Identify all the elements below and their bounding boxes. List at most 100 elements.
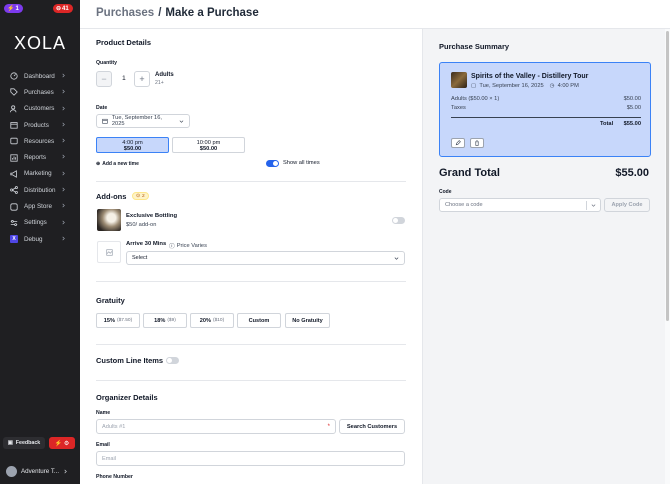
code-label: Code	[439, 189, 452, 195]
avatar	[6, 465, 17, 477]
quantity-value[interactable]: 1	[122, 75, 126, 82]
users-icon	[10, 105, 18, 113]
alert-count: 41	[62, 5, 69, 12]
debug-icon: X	[10, 235, 18, 244]
summary-item-card[interactable]: Spirits of the Valley - Distillery Tour …	[439, 62, 651, 157]
gratuity-option-custom[interactable]: Custom	[237, 313, 281, 328]
total-label: Total	[600, 121, 614, 127]
scrollbar[interactable]	[665, 29, 670, 484]
addon-price-label: Price Varies	[176, 242, 207, 249]
name-field[interactable]: Adults #1 *	[96, 419, 336, 434]
email-field[interactable]: Email	[96, 451, 405, 466]
feedback-label: Feedback	[15, 440, 41, 446]
gratuity-amount: ($10)	[213, 318, 225, 323]
breadcrumb-purchases-link[interactable]: Purchases	[96, 7, 154, 19]
gratuity-option-18[interactable]: 18% ($9)	[143, 313, 187, 328]
sidebar-item-resources[interactable]: Resources	[0, 133, 80, 149]
line-label: Taxes	[451, 105, 466, 111]
sidebar-item-settings[interactable]: Settings	[0, 215, 80, 231]
gratuity-label: Custom	[248, 317, 270, 324]
sidebar-item-reports[interactable]: Reports	[0, 149, 80, 165]
custom-line-items-toggle[interactable]	[166, 357, 179, 364]
gratuity-option-20[interactable]: 20% ($10)	[190, 313, 234, 328]
calendar-icon: ▢	[471, 83, 477, 89]
plus-circle-icon: ⊕	[96, 161, 101, 167]
code-select[interactable]: Choose a code	[439, 198, 601, 212]
chevron-right-icon	[62, 203, 65, 208]
sidebar-item-label: Purchases	[24, 88, 54, 96]
product-details-heading: Product Details	[96, 38, 152, 47]
chevron-right-icon	[62, 122, 65, 127]
sidebar-item-label: Resources	[24, 137, 55, 145]
apply-code-button[interactable]: Apply Code	[604, 198, 650, 212]
gratuity-percent: 18%	[154, 317, 166, 324]
sidebar-item-label: Distribution	[24, 186, 56, 194]
quantity-decrement-button[interactable]: −	[96, 71, 112, 87]
summary-total-row: Total $55.00	[451, 117, 641, 127]
scrollbar-thumb[interactable]	[666, 31, 669, 321]
code-placeholder: Choose a code	[445, 202, 483, 208]
image-icon	[105, 248, 113, 256]
bolt-icon: ⚡ ⚙	[54, 440, 70, 447]
sidebar-item-label: Products	[24, 121, 49, 129]
quantity-increment-button[interactable]: +	[134, 71, 150, 87]
sidebar-item-marketing[interactable]: Marketing	[0, 166, 80, 182]
quick-action-button[interactable]: ⚡ ⚙	[49, 437, 75, 449]
adults-sublabel: 21+	[155, 80, 164, 86]
slot-time: 10:00 pm	[196, 139, 221, 146]
notification-badge[interactable]: ⚡ 1	[4, 4, 23, 13]
delete-item-button[interactable]	[470, 138, 484, 148]
sidebar: ⚡ 1 ⊖ 41 XOLA Dashboard Purchases Custom…	[0, 0, 80, 484]
search-customers-button[interactable]: Search Customers	[339, 419, 405, 434]
sidebar-item-debug[interactable]: X Debug	[0, 231, 80, 247]
clock-icon: ⊙	[136, 193, 141, 199]
exclusive-bottling-image	[97, 209, 121, 231]
date-value: Tue, September 16, 2025	[111, 115, 162, 127]
clock-icon: ◷	[549, 83, 555, 89]
network-icon	[10, 186, 18, 195]
line-value: $5.00	[626, 105, 641, 111]
sidebar-item-label: App Store	[24, 203, 53, 211]
gratuity-option-15[interactable]: 15% ($7.50)	[96, 313, 140, 328]
select-divider	[586, 201, 587, 210]
purchase-summary-panel: Purchase Summary Spirits of the Valley -…	[422, 29, 665, 484]
gratuity-option-none[interactable]: No Gratuity	[285, 313, 330, 328]
time-slot-10pm[interactable]: 10:00 pm $50.00	[172, 137, 245, 153]
sidebar-item-label: Settings	[24, 219, 47, 227]
xola-logo[interactable]: XOLA	[14, 33, 66, 54]
page-header: Purchases / Make a Purchase	[80, 0, 670, 29]
divider	[96, 380, 406, 381]
notification-count: 1	[15, 5, 19, 12]
time-slot-4pm[interactable]: 4:00 pm $50.00	[96, 137, 169, 153]
addon-image-placeholder	[97, 241, 121, 263]
purchase-summary-heading: Purchase Summary	[439, 42, 510, 51]
sidebar-item-distribution[interactable]: Distribution	[0, 182, 80, 198]
chevron-right-icon	[62, 73, 65, 78]
date-picker[interactable]: Tue, September 16, 2025	[96, 114, 190, 128]
sidebar-item-label: Marketing	[24, 170, 52, 178]
sidebar-item-products[interactable]: Products	[0, 117, 80, 133]
sidebar-item-customers[interactable]: Customers	[0, 101, 80, 117]
sidebar-item-purchases[interactable]: Purchases	[0, 84, 80, 100]
sidebar-item-label: Debug	[24, 235, 43, 243]
page-title: Make a Purchase	[165, 7, 259, 19]
alert-badge[interactable]: ⊖ 41	[53, 4, 73, 13]
line-label: Adults ($50.00 × 1)	[451, 96, 500, 102]
sidebar-item-app-store[interactable]: App Store	[0, 198, 80, 214]
chevron-right-icon	[64, 469, 67, 473]
calendar-icon	[10, 121, 18, 129]
slot-price: $50.00	[123, 145, 142, 152]
exclusive-bottling-toggle[interactable]	[392, 217, 405, 224]
custom-line-items-heading: Custom Line Items	[96, 356, 164, 365]
account-switcher[interactable]: Adventure T...	[6, 464, 78, 478]
sidebar-item-dashboard[interactable]: Dashboard	[0, 68, 80, 84]
show-all-times-toggle[interactable]	[266, 160, 279, 167]
feedback-button[interactable]: ▣ Feedback	[3, 437, 45, 449]
arrive-early-select[interactable]: Select	[126, 251, 405, 265]
grand-total-value: $55.00	[615, 167, 649, 179]
tag-icon	[10, 88, 18, 97]
organizer-details-heading: Organizer Details	[96, 393, 158, 402]
gratuity-amount: ($9)	[167, 318, 176, 323]
edit-item-button[interactable]	[451, 138, 465, 148]
add-new-time-link[interactable]: ⊕ Add a new time	[96, 161, 139, 167]
